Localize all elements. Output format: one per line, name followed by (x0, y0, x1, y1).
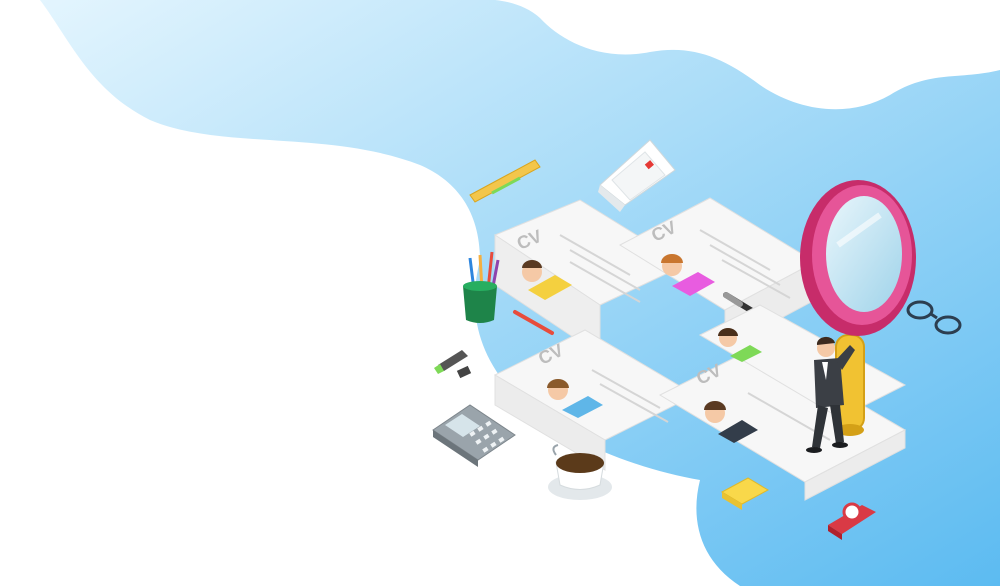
eraser-icon (456, 365, 472, 379)
isometric-cv-search-illustration: CV CV CV CV (0, 0, 1000, 586)
calculator-icon (432, 404, 516, 467)
